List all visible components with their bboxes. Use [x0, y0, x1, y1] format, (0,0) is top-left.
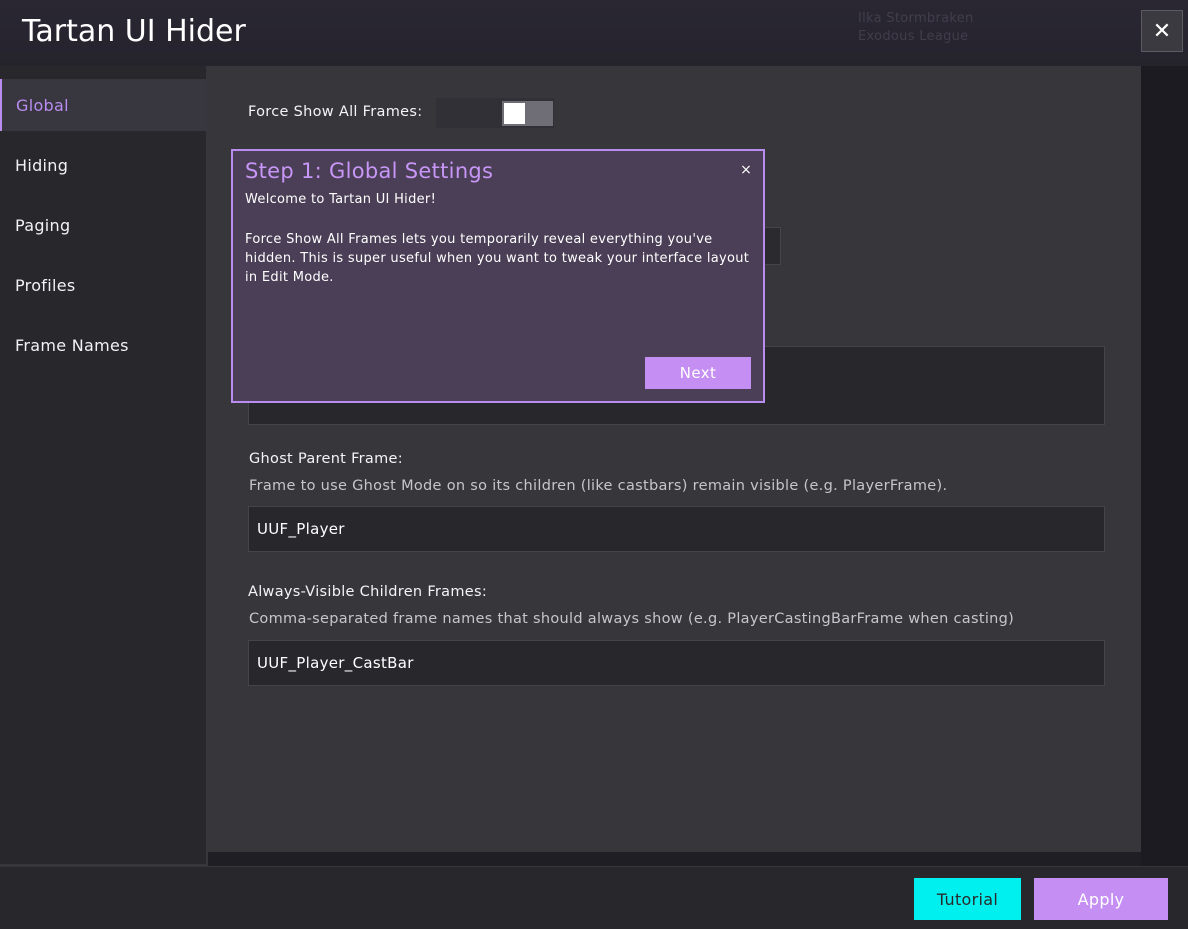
sidebar-item-label: Paging: [15, 215, 71, 235]
next-button-label: Next: [679, 364, 717, 382]
sidebar-item-profiles[interactable]: Profiles: [0, 259, 206, 311]
popup-title: Step 1: Global Settings: [245, 159, 494, 183]
sidebar-item-label: Hiding: [15, 155, 69, 175]
tutorial-button[interactable]: Tutorial: [914, 878, 1021, 920]
sidebar-item-global[interactable]: Global: [0, 79, 206, 131]
ghost-parent-description: Frame to use Ghost Mode on so its childr…: [249, 478, 948, 494]
toggle-knob: [504, 103, 525, 124]
sidebar-item-label: Global: [16, 95, 69, 115]
force-show-label: Force Show All Frames:: [248, 104, 423, 120]
tutorial-button-label: Tutorial: [936, 889, 999, 909]
always-visible-description: Comma-separated frame names that should …: [249, 611, 1015, 627]
sidebar-item-label: Profiles: [15, 275, 76, 295]
sidebar-item-paging[interactable]: Paging: [0, 199, 206, 251]
title-bar: Ilka Stormbraken Exodous League Tartan U…: [0, 0, 1188, 66]
close-window-button[interactable]: ✕: [1141, 10, 1183, 52]
popup-next-button[interactable]: Next: [645, 357, 751, 389]
always-visible-input[interactable]: UUF_Player_CastBar: [248, 640, 1105, 686]
tutorial-popup: Step 1: Global Settings × Welcome to Tar…: [231, 149, 765, 403]
close-icon: ×: [740, 162, 752, 178]
background-nameplate: Ilka Stormbraken Exodous League: [858, 10, 974, 46]
window-edge-strip: [1141, 66, 1188, 866]
background-nameplate-line1: Ilka Stormbraken: [858, 11, 974, 26]
sidebar-item-hiding[interactable]: Hiding: [0, 139, 206, 191]
sidebar-item-frame-names[interactable]: Frame Names: [0, 319, 206, 371]
ghost-parent-input[interactable]: UUF_Player: [248, 506, 1105, 552]
sidebar-item-label: Frame Names: [15, 335, 129, 355]
close-icon: ✕: [1152, 18, 1172, 44]
background-nameplate-line2: Exodous League: [858, 29, 969, 44]
sidebar-nav: Global Hiding Paging Profiles Frame Name…: [0, 66, 208, 866]
always-visible-label: Always-Visible Children Frames:: [248, 584, 488, 600]
apply-button[interactable]: Apply: [1034, 878, 1168, 920]
popup-close-button[interactable]: ×: [738, 162, 754, 178]
ghost-parent-label: Ghost Parent Frame:: [249, 451, 403, 467]
popup-body-text: Force Show All Frames lets you temporari…: [245, 232, 750, 285]
app-window: Ilka Stormbraken Exodous League Tartan U…: [0, 0, 1188, 929]
force-show-toggle[interactable]: [502, 101, 553, 126]
app-title: Tartan UI Hider: [22, 14, 246, 49]
apply-button-label: Apply: [1077, 889, 1125, 909]
popup-welcome-text: Welcome to Tartan UI Hider!: [245, 192, 437, 207]
